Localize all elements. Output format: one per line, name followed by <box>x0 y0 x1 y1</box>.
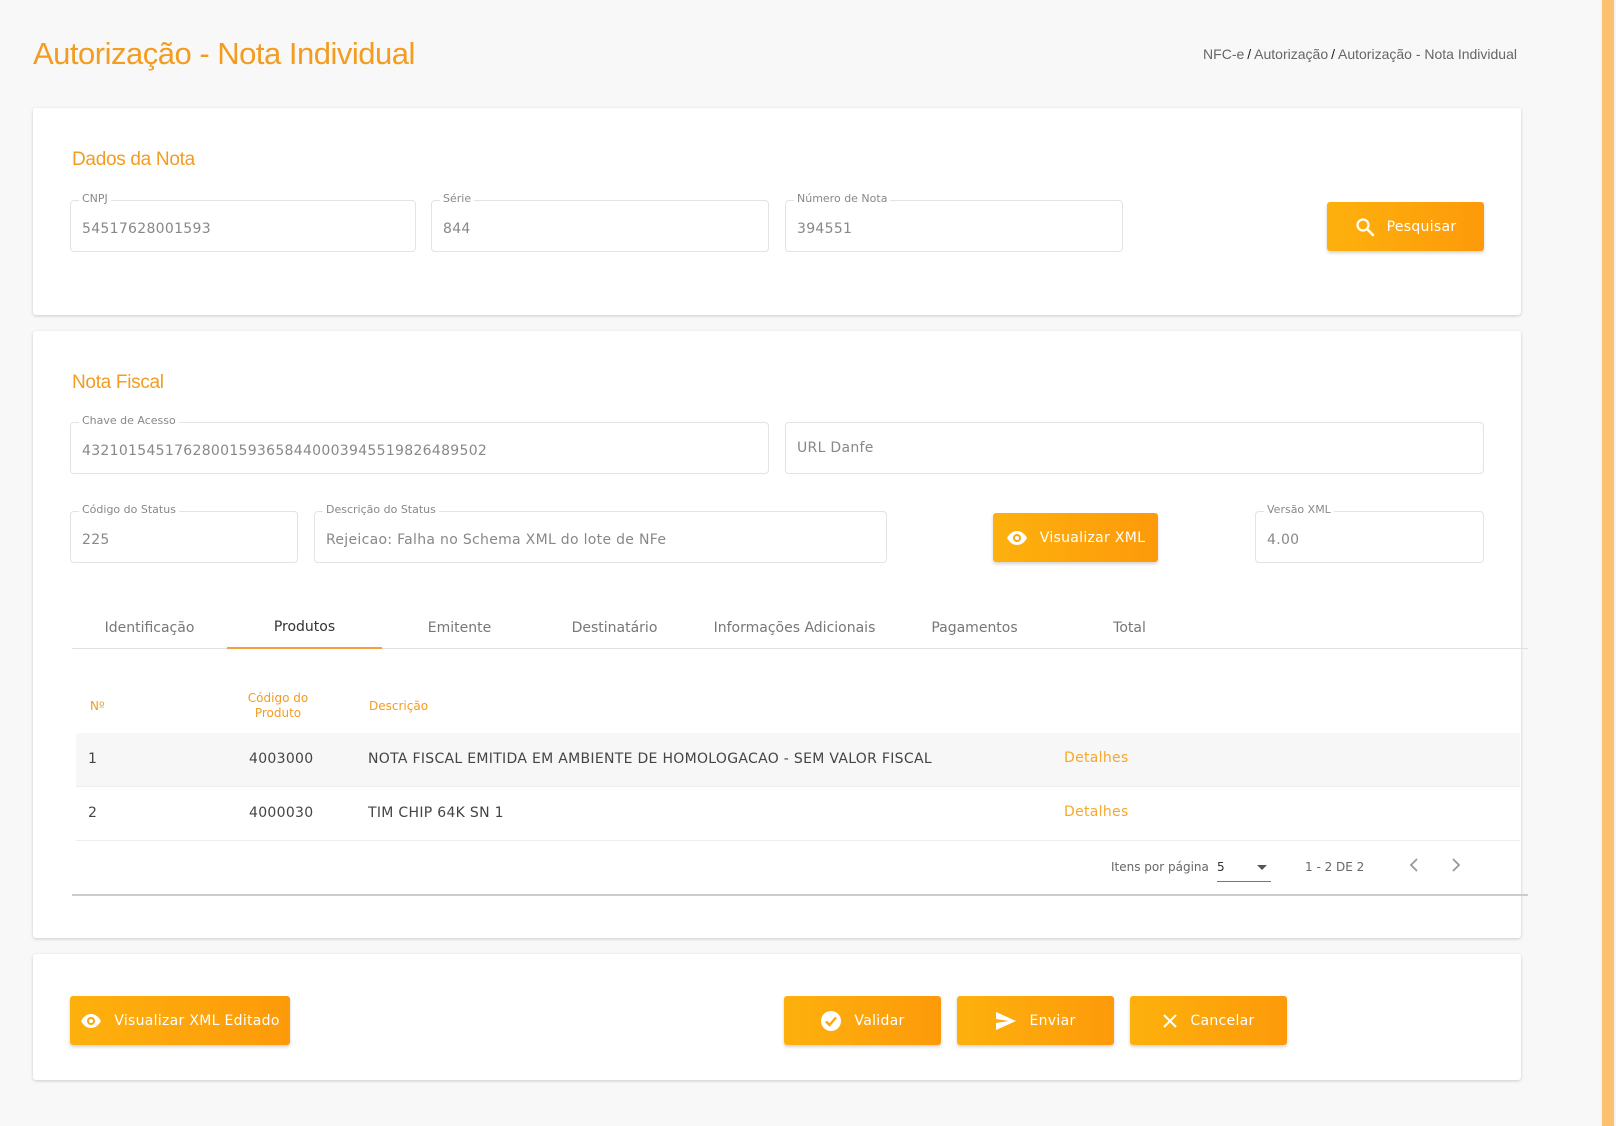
paginator-range: 1 - 2 DE 2 <box>1305 860 1365 874</box>
col-header-codigo-line2: Produto <box>254 706 302 720</box>
cnpj-value[interactable]: 54517628001593 <box>82 221 211 237</box>
chave-acesso-value[interactable]: 4321015451762800159365844000394551982648… <box>82 443 487 459</box>
breadcrumb: NFC-e / Autorização / Autorização - Nota Ind… <box>1203 46 1517 62</box>
chave-acesso-field[interactable]: Chave de Acesso 432101545176280015936584… <box>70 414 769 474</box>
nota-fiscal-card: Nota Fiscal Chave de Acesso 432101545176… <box>33 331 1528 938</box>
send-icon <box>995 1011 1017 1031</box>
prev-page-button[interactable] <box>1407 856 1427 880</box>
url-danfe-field[interactable]: URL Danfe <box>785 422 1484 474</box>
col-header-no: Nº <box>90 699 105 713</box>
validar-label: Validar <box>854 1012 905 1029</box>
breadcrumb-item-nfce[interactable]: NFC-e <box>1203 46 1244 62</box>
cnpj-field[interactable]: CNPJ 54517628001593 <box>70 192 416 252</box>
tab-emitente[interactable]: Emitente <box>382 607 537 649</box>
close-icon <box>1162 1013 1178 1029</box>
paginator-label: Itens por página <box>1111 860 1209 874</box>
breadcrumb-separator: / <box>1331 46 1335 62</box>
validar-button[interactable]: Validar <box>784 996 941 1045</box>
page-size-select[interactable]: 5 <box>1217 858 1271 882</box>
breadcrumb-item-current: Autorização - Nota Individual <box>1338 46 1517 62</box>
scrollbar-thumb[interactable] <box>1602 0 1614 1126</box>
detalhes-link[interactable]: Detalhes <box>1064 750 1129 766</box>
cnpj-label: CNPJ <box>79 192 111 205</box>
visualizar-xml-label: Visualizar XML <box>1039 529 1146 546</box>
chave-acesso-label: Chave de Acesso <box>79 414 179 427</box>
visualizar-xml-editado-button[interactable]: Visualizar XML Editado <box>70 996 290 1045</box>
tab-informacoes-adicionais[interactable]: Informações Adicionais <box>692 607 897 649</box>
codigo-status-label: Código do Status <box>79 503 179 516</box>
descricao-status-value[interactable]: Rejeicao: Falha no Schema XML do lote de… <box>326 532 666 548</box>
breadcrumb-item-autorizacao[interactable]: Autorização <box>1254 46 1328 62</box>
tab-pagamentos[interactable]: Pagamentos <box>897 607 1052 649</box>
breadcrumb-separator: / <box>1247 46 1252 62</box>
tab-bar: Identificação Produtos Emitente Destinat… <box>72 607 1528 649</box>
chevron-left-icon <box>1407 858 1423 877</box>
scrollbar[interactable] <box>1600 0 1616 1126</box>
versao-xml-value[interactable]: 4.00 <box>1267 532 1299 548</box>
enviar-label: Enviar <box>1029 1012 1076 1029</box>
cancelar-label: Cancelar <box>1190 1012 1255 1029</box>
actions-card: Visualizar XML Editado Validar Enviar Ca… <box>33 954 1521 1080</box>
next-page-button[interactable] <box>1447 856 1467 880</box>
serie-value[interactable]: 844 <box>443 221 471 237</box>
url-danfe-placeholder[interactable]: URL Danfe <box>797 440 874 456</box>
chevron-down-icon <box>1257 865 1267 870</box>
nota-fiscal-title: Nota Fiscal <box>72 372 164 393</box>
tab-identificacao[interactable]: Identificação <box>72 607 227 649</box>
col-header-codigo-line1: Código do <box>247 691 309 705</box>
table-row: 1 4003000 NOTA FISCAL EMITIDA EM AMBIENT… <box>76 733 1520 787</box>
detalhes-link[interactable]: Detalhes <box>1064 804 1129 820</box>
pesquisar-label: Pesquisar <box>1386 218 1457 235</box>
dados-nota-card: Dados da Nota CNPJ 54517628001593 Série … <box>33 108 1521 315</box>
row-descricao: TIM CHIP 64K SN 1 <box>368 805 504 821</box>
col-header-descricao: Descrição <box>369 699 429 713</box>
row-no: 2 <box>88 805 98 821</box>
serie-field[interactable]: Série 844 <box>431 192 769 252</box>
cancelar-button[interactable]: Cancelar <box>1130 996 1287 1045</box>
dados-nota-title: Dados da Nota <box>72 149 195 170</box>
codigo-status-field[interactable]: Código do Status 225 <box>70 503 298 563</box>
page-size-value: 5 <box>1217 860 1225 874</box>
tab-destinatario[interactable]: Destinatário <box>537 607 692 649</box>
numero-nota-label: Número de Nota <box>794 192 891 205</box>
codigo-status-value[interactable]: 225 <box>82 532 110 548</box>
row-descricao: NOTA FISCAL EMITIDA EM AMBIENTE DE HOMOL… <box>368 751 932 767</box>
row-codigo: 4000030 <box>249 805 314 821</box>
chevron-right-icon <box>1447 858 1463 877</box>
eye-icon <box>80 1013 102 1029</box>
table-divider <box>72 894 1528 896</box>
check-circle-icon <box>820 1010 842 1032</box>
descricao-status-label: Descrição do Status <box>323 503 439 516</box>
descricao-status-field[interactable]: Descrição do Status Rejeicao: Falha no S… <box>314 503 887 563</box>
enviar-button[interactable]: Enviar <box>957 996 1114 1045</box>
versao-xml-label: Versão XML <box>1264 503 1334 516</box>
page-title: Autorização - Nota Individual <box>33 36 415 71</box>
versao-xml-field[interactable]: Versão XML 4.00 <box>1255 503 1484 563</box>
col-header-codigo: Código do Produto <box>223 691 333 721</box>
table-row: 2 4000030 TIM CHIP 64K SN 1 Detalhes <box>76 787 1520 841</box>
tab-produtos[interactable]: Produtos <box>227 607 382 649</box>
pesquisar-button[interactable]: Pesquisar <box>1327 202 1484 251</box>
visualizar-xml-button[interactable]: Visualizar XML <box>993 513 1158 562</box>
serie-label: Série <box>440 192 475 205</box>
search-icon <box>1355 217 1375 237</box>
visualizar-xml-editado-label: Visualizar XML Editado <box>114 1012 280 1029</box>
tab-total[interactable]: Total <box>1052 607 1207 649</box>
numero-nota-field[interactable]: Número de Nota 394551 <box>785 192 1123 252</box>
eye-icon <box>1006 530 1028 546</box>
row-no: 1 <box>88 751 98 767</box>
numero-nota-value[interactable]: 394551 <box>797 221 852 237</box>
row-codigo: 4003000 <box>249 751 314 767</box>
